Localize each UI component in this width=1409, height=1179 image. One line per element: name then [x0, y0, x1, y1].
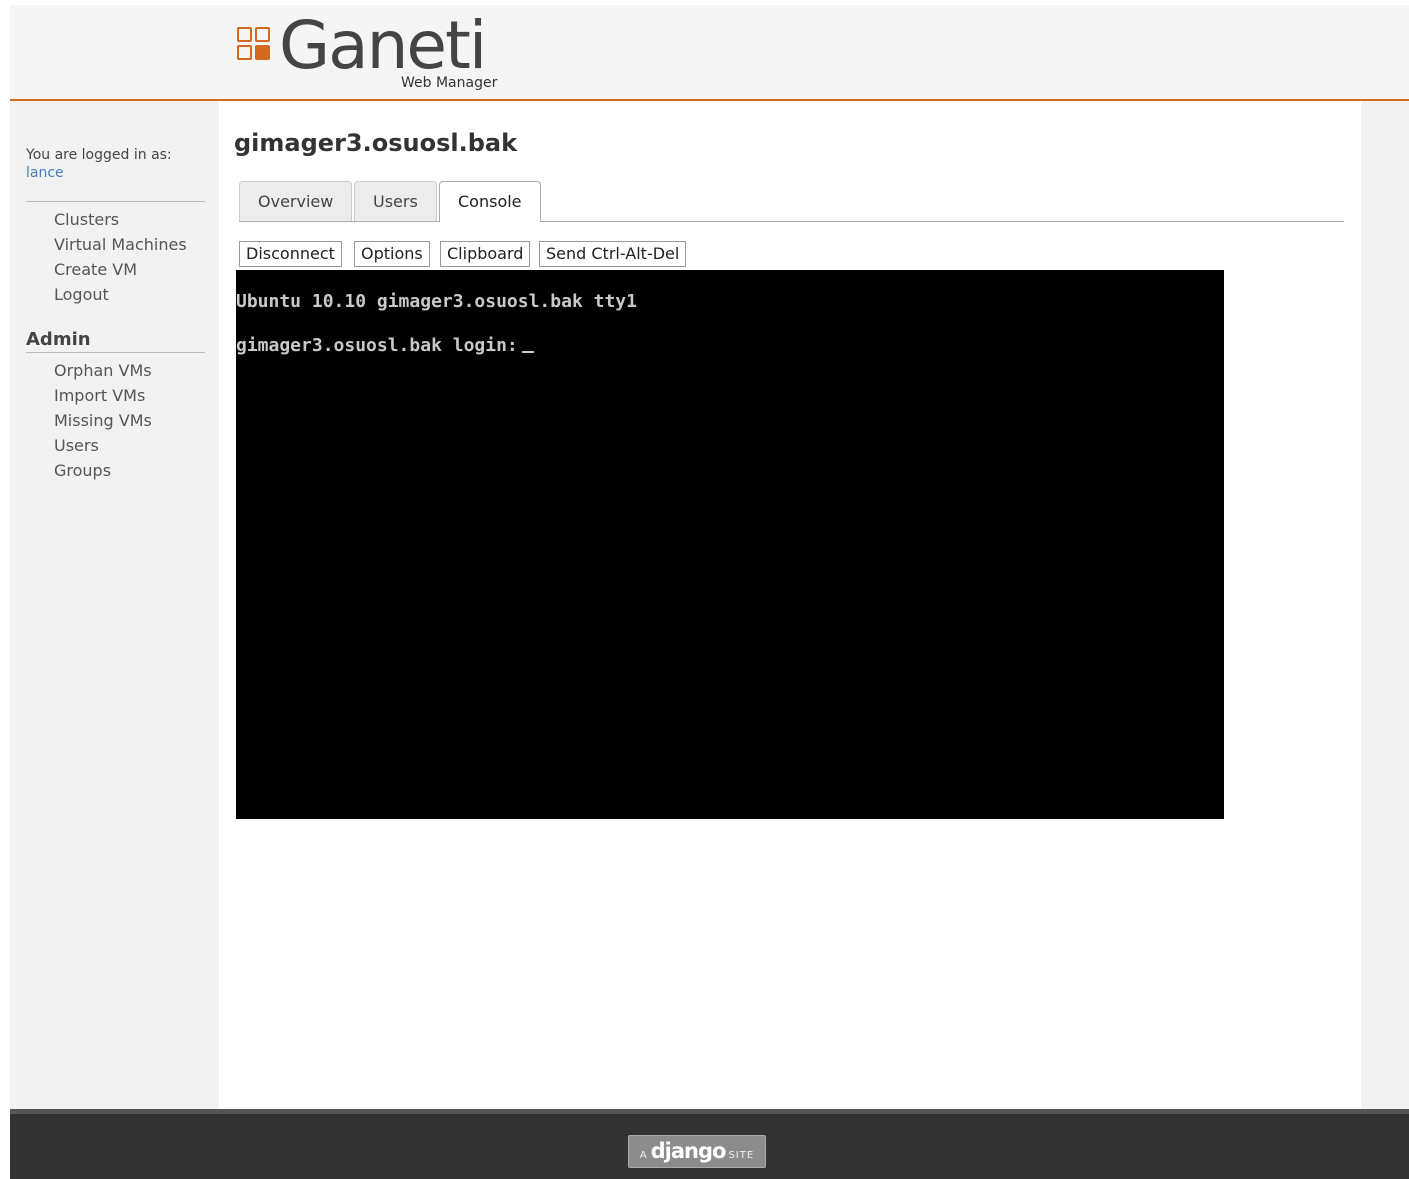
- admin-divider: [26, 352, 205, 353]
- sidebar-item-create-vm[interactable]: Create VM: [54, 257, 187, 282]
- sidebar-item-orphan-vms[interactable]: Orphan VMs: [54, 358, 152, 383]
- tab-bar: Overview Users Console: [239, 181, 1344, 222]
- sidebar-nav: Clusters Virtual Machines Create VM Logo…: [54, 207, 187, 307]
- sidebar-item-clusters[interactable]: Clusters: [54, 207, 187, 232]
- footer: Adjango SITE: [10, 1109, 1409, 1179]
- logo-subtitle: Web Manager: [401, 75, 498, 91]
- sidebar-item-virtual-machines[interactable]: Virtual Machines: [54, 232, 187, 257]
- clipboard-button[interactable]: Clipboard: [440, 241, 531, 267]
- sidebar-item-groups[interactable]: Groups: [54, 458, 152, 483]
- tab-overview[interactable]: Overview: [239, 181, 353, 221]
- right-gutter: [1361, 101, 1409, 1109]
- logo-square-filled: [255, 45, 270, 60]
- vnc-console-screen[interactable]: Ubuntu 10.10 gimager3.osuosl.bak tty1 gi…: [236, 270, 1224, 819]
- tab-console[interactable]: Console: [439, 181, 541, 222]
- username-link[interactable]: lance: [26, 165, 64, 181]
- sidebar-item-missing-vms[interactable]: Missing VMs: [54, 408, 152, 433]
- header: Ganeti Web Manager: [10, 5, 1409, 101]
- admin-nav: Orphan VMs Import VMs Missing VMs Users …: [54, 358, 152, 483]
- page-title: gimager3.osuosl.bak: [234, 129, 518, 157]
- badge-main: django: [650, 1139, 727, 1163]
- badge-prefix: A: [639, 1150, 648, 1161]
- console-cursor: [521, 351, 534, 353]
- logo-squares-icon: [237, 27, 271, 61]
- logo-square: [237, 45, 252, 60]
- sidebar-item-import-vms[interactable]: Import VMs: [54, 383, 152, 408]
- logged-in-label: You are logged in as:: [26, 147, 172, 163]
- page-frame: Ganeti Web Manager You are logged in as:…: [10, 5, 1409, 1179]
- tab-users[interactable]: Users: [354, 181, 437, 221]
- admin-heading: Admin: [26, 329, 91, 350]
- sidebar: You are logged in as: lance Clusters Vir…: [10, 101, 219, 1109]
- sidebar-divider: [26, 201, 205, 202]
- console-prompt: gimager3.osuosl.bak login:: [236, 335, 534, 356]
- sidebar-item-logout[interactable]: Logout: [54, 282, 187, 307]
- send-ctrl-alt-del-button[interactable]: Send Ctrl-Alt-Del: [539, 241, 687, 267]
- logo-square: [255, 27, 270, 42]
- options-button[interactable]: Options: [354, 241, 430, 267]
- disconnect-button[interactable]: Disconnect: [239, 241, 342, 267]
- sidebar-item-users[interactable]: Users: [54, 433, 152, 458]
- django-site-badge[interactable]: Adjango SITE: [628, 1135, 766, 1168]
- console-line: Ubuntu 10.10 gimager3.osuosl.bak tty1: [236, 291, 637, 312]
- console-prompt-text: gimager3.osuosl.bak login:: [236, 335, 518, 356]
- ganeti-logo[interactable]: Ganeti Web Manager: [237, 7, 527, 95]
- logo-wordmark: Ganeti: [279, 7, 487, 84]
- badge-suffix: SITE: [728, 1150, 755, 1161]
- main-content: gimager3.osuosl.bak Overview Users Conso…: [219, 101, 1361, 1109]
- logo-square: [237, 27, 252, 42]
